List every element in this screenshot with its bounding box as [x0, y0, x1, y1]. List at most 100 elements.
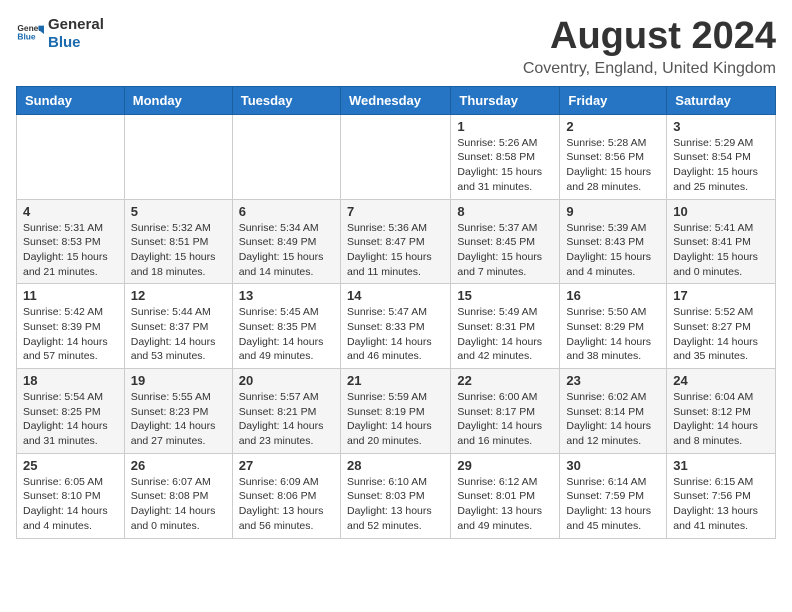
week-row-3: 11 Sunrise: 5:42 AM Sunset: 8:39 PM Dayli…	[17, 284, 776, 369]
day-info: Sunrise: 5:54 AM Sunset: 8:25 PM Dayligh…	[23, 390, 118, 449]
day-number: 19	[131, 373, 226, 388]
day-header-tuesday: Tuesday	[232, 86, 340, 114]
day-info: Sunrise: 5:31 AM Sunset: 8:53 PM Dayligh…	[23, 221, 118, 280]
day-info: Sunrise: 5:45 AM Sunset: 8:35 PM Dayligh…	[239, 305, 334, 364]
day-number: 7	[347, 204, 444, 219]
day-info: Sunrise: 5:37 AM Sunset: 8:45 PM Dayligh…	[457, 221, 553, 280]
day-header-saturday: Saturday	[667, 86, 776, 114]
day-info: Sunrise: 6:02 AM Sunset: 8:14 PM Dayligh…	[566, 390, 660, 449]
calendar-cell: 18 Sunrise: 5:54 AM Sunset: 8:25 PM Dayli…	[17, 369, 125, 454]
calendar-table: SundayMondayTuesdayWednesdayThursdayFrid…	[16, 86, 776, 539]
day-info: Sunrise: 5:47 AM Sunset: 8:33 PM Dayligh…	[347, 305, 444, 364]
day-number: 14	[347, 288, 444, 303]
page-header: General Blue General Blue August 2024 Co…	[16, 16, 776, 78]
calendar-cell	[232, 114, 340, 199]
calendar-cell	[17, 114, 125, 199]
day-info: Sunrise: 5:39 AM Sunset: 8:43 PM Dayligh…	[566, 221, 660, 280]
day-info: Sunrise: 6:00 AM Sunset: 8:17 PM Dayligh…	[457, 390, 553, 449]
day-info: Sunrise: 5:59 AM Sunset: 8:19 PM Dayligh…	[347, 390, 444, 449]
month-title: August 2024	[523, 16, 776, 58]
day-info: Sunrise: 5:28 AM Sunset: 8:56 PM Dayligh…	[566, 136, 660, 195]
day-number: 20	[239, 373, 334, 388]
day-number: 1	[457, 119, 553, 134]
week-row-1: 1 Sunrise: 5:26 AM Sunset: 8:58 PM Daylig…	[17, 114, 776, 199]
calendar-cell	[124, 114, 232, 199]
day-number: 8	[457, 204, 553, 219]
day-header-sunday: Sunday	[17, 86, 125, 114]
day-number: 31	[673, 458, 769, 473]
day-info: Sunrise: 5:57 AM Sunset: 8:21 PM Dayligh…	[239, 390, 334, 449]
calendar-cell: 5Sunrise: 5:32 AM Sunset: 8:51 PM Daylig…	[124, 199, 232, 284]
day-header-monday: Monday	[124, 86, 232, 114]
svg-text:Blue: Blue	[17, 32, 35, 42]
day-info: Sunrise: 6:14 AM Sunset: 7:59 PM Dayligh…	[566, 475, 660, 534]
day-info: Sunrise: 5:49 AM Sunset: 8:31 PM Dayligh…	[457, 305, 553, 364]
day-number: 18	[23, 373, 118, 388]
calendar-cell: 22Sunrise: 6:00 AM Sunset: 8:17 PM Dayli…	[451, 369, 560, 454]
day-number: 15	[457, 288, 553, 303]
day-number: 11	[23, 288, 118, 303]
day-number: 16	[566, 288, 660, 303]
week-row-2: 4 Sunrise: 5:31 AM Sunset: 8:53 PM Daylig…	[17, 199, 776, 284]
day-number: 29	[457, 458, 553, 473]
day-info: Sunrise: 6:15 AM Sunset: 7:56 PM Dayligh…	[673, 475, 769, 534]
day-number: 13	[239, 288, 334, 303]
day-info: Sunrise: 6:04 AM Sunset: 8:12 PM Dayligh…	[673, 390, 769, 449]
day-number: 28	[347, 458, 444, 473]
calendar-cell: 1 Sunrise: 5:26 AM Sunset: 8:58 PM Daylig…	[451, 114, 560, 199]
day-number: 10	[673, 204, 769, 219]
day-number: 6	[239, 204, 334, 219]
calendar-cell: 15 Sunrise: 5:49 AM Sunset: 8:31 PM Dayli…	[451, 284, 560, 369]
day-info: Sunrise: 6:10 AM Sunset: 8:03 PM Dayligh…	[347, 475, 444, 534]
day-number: 4	[23, 204, 118, 219]
day-info: Sunrise: 5:36 AM Sunset: 8:47 PM Dayligh…	[347, 221, 444, 280]
calendar-cell: 11 Sunrise: 5:42 AM Sunset: 8:39 PM Dayli…	[17, 284, 125, 369]
calendar-cell: 24 Sunrise: 6:04 AM Sunset: 8:12 PM Dayli…	[667, 369, 776, 454]
logo-icon: General Blue	[16, 20, 44, 48]
week-row-4: 18 Sunrise: 5:54 AM Sunset: 8:25 PM Dayli…	[17, 369, 776, 454]
calendar-body: 1 Sunrise: 5:26 AM Sunset: 8:58 PM Daylig…	[17, 114, 776, 538]
day-number: 17	[673, 288, 769, 303]
day-number: 27	[239, 458, 334, 473]
calendar-cell: 27Sunrise: 6:09 AM Sunset: 8:06 PM Dayli…	[232, 453, 340, 538]
day-info: Sunrise: 5:44 AM Sunset: 8:37 PM Dayligh…	[131, 305, 226, 364]
calendar-cell: 20 Sunrise: 5:57 AM Sunset: 8:21 PM Dayli…	[232, 369, 340, 454]
day-number: 2	[566, 119, 660, 134]
day-number: 21	[347, 373, 444, 388]
day-info: Sunrise: 5:42 AM Sunset: 8:39 PM Dayligh…	[23, 305, 118, 364]
day-number: 25	[23, 458, 118, 473]
calendar-cell: 29 Sunrise: 6:12 AM Sunset: 8:01 PM Dayli…	[451, 453, 560, 538]
calendar-cell: 8 Sunrise: 5:37 AM Sunset: 8:45 PM Daylig…	[451, 199, 560, 284]
calendar-cell: 6Sunrise: 5:34 AM Sunset: 8:49 PM Daylig…	[232, 199, 340, 284]
day-header-thursday: Thursday	[451, 86, 560, 114]
calendar-cell	[340, 114, 450, 199]
calendar-cell: 9 Sunrise: 5:39 AM Sunset: 8:43 PM Daylig…	[560, 199, 667, 284]
day-info: Sunrise: 6:05 AM Sunset: 8:10 PM Dayligh…	[23, 475, 118, 534]
calendar-cell: 10Sunrise: 5:41 AM Sunset: 8:41 PM Dayli…	[667, 199, 776, 284]
calendar-cell: 4 Sunrise: 5:31 AM Sunset: 8:53 PM Daylig…	[17, 199, 125, 284]
calendar-cell: 17 Sunrise: 5:52 AM Sunset: 8:27 PM Dayli…	[667, 284, 776, 369]
calendar-cell: 3Sunrise: 5:29 AM Sunset: 8:54 PM Daylig…	[667, 114, 776, 199]
logo-text-blue: Blue	[48, 34, 104, 52]
week-row-5: 25 Sunrise: 6:05 AM Sunset: 8:10 PM Dayli…	[17, 453, 776, 538]
calendar-cell: 13 Sunrise: 5:45 AM Sunset: 8:35 PM Dayli…	[232, 284, 340, 369]
calendar-cell: 14 Sunrise: 5:47 AM Sunset: 8:33 PM Dayli…	[340, 284, 450, 369]
calendar-cell: 16Sunrise: 5:50 AM Sunset: 8:29 PM Dayli…	[560, 284, 667, 369]
day-number: 23	[566, 373, 660, 388]
day-info: Sunrise: 5:52 AM Sunset: 8:27 PM Dayligh…	[673, 305, 769, 364]
day-number: 26	[131, 458, 226, 473]
logo: General Blue General Blue	[16, 16, 104, 52]
calendar-header-row: SundayMondayTuesdayWednesdayThursdayFrid…	[17, 86, 776, 114]
calendar-cell: 31 Sunrise: 6:15 AM Sunset: 7:56 PM Dayli…	[667, 453, 776, 538]
calendar-cell: 21 Sunrise: 5:59 AM Sunset: 8:19 PM Dayli…	[340, 369, 450, 454]
day-header-wednesday: Wednesday	[340, 86, 450, 114]
day-info: Sunrise: 6:07 AM Sunset: 8:08 PM Dayligh…	[131, 475, 226, 534]
location-title: Coventry, England, United Kingdom	[523, 60, 776, 78]
calendar-cell: 7 Sunrise: 5:36 AM Sunset: 8:47 PM Daylig…	[340, 199, 450, 284]
day-info: Sunrise: 6:12 AM Sunset: 8:01 PM Dayligh…	[457, 475, 553, 534]
day-number: 24	[673, 373, 769, 388]
day-number: 9	[566, 204, 660, 219]
calendar-cell: 28 Sunrise: 6:10 AM Sunset: 8:03 PM Dayli…	[340, 453, 450, 538]
day-number: 12	[131, 288, 226, 303]
day-info: Sunrise: 5:26 AM Sunset: 8:58 PM Dayligh…	[457, 136, 553, 195]
